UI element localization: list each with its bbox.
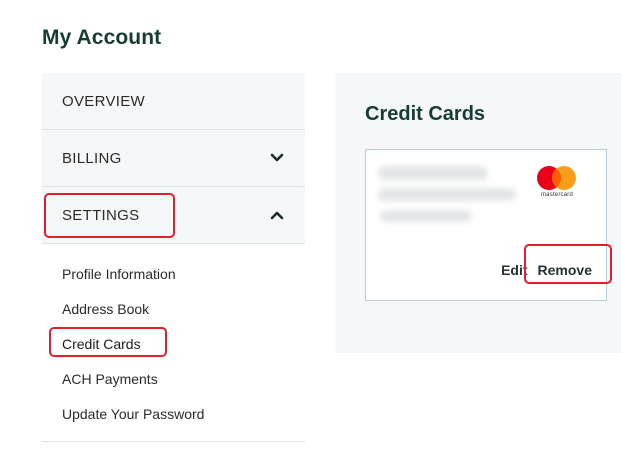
subnav-ach-payments[interactable]: ACH Payments [42,361,305,396]
account-sidebar: OVERVIEW BILLING SETTINGS Profile Inform… [42,73,305,442]
page-title: My Account [42,26,162,49]
sidebar-item-label: OVERVIEW [62,92,145,110]
remove-highlight-box [523,244,612,284]
chevron-down-icon[interactable] [269,150,285,166]
sidebar-item-billing[interactable]: BILLING [42,130,305,187]
subnav-update-password[interactable]: Update Your Password [42,396,305,431]
masked-card-detail [378,166,488,180]
credit-card-tile: mastercard Edit Remove [365,149,612,301]
mastercard-wordmark: mastercard [540,192,573,198]
settings-highlight-box [44,193,175,238]
subnav-address-book[interactable]: Address Book [42,291,305,326]
masked-card-detail [380,210,472,222]
masked-card-detail [378,188,516,201]
chevron-up-icon[interactable] [269,207,285,223]
subnav-profile-information[interactable]: Profile Information [42,256,305,291]
subnav-credit-cards[interactable]: Credit Cards [42,326,305,361]
panel-title: Credit Cards [365,103,486,125]
remove-card-button[interactable]: Remove [523,244,612,284]
card-actions: Edit Remove [501,244,612,284]
settings-subnav: Profile Information Address Book Credit … [42,244,305,442]
sidebar-item-overview[interactable]: OVERVIEW [42,73,305,130]
credit-cards-panel: Credit Cards mastercard Edit Remove [335,73,621,353]
credit-cards-highlight-box [49,327,167,357]
sidebar-item-settings[interactable]: SETTINGS [42,187,305,244]
sidebar-item-label: BILLING [62,149,122,167]
